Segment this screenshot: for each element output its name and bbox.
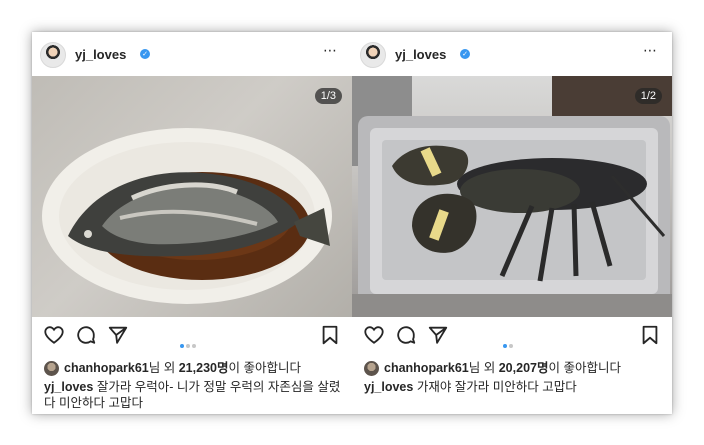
comment-icon[interactable] <box>395 324 417 346</box>
share-icon[interactable] <box>107 324 129 346</box>
post-header: yj_loves ✓ ⋯ <box>32 32 352 76</box>
heart-icon[interactable] <box>363 324 385 346</box>
image-counter: 1/3 <box>314 88 342 104</box>
liker-username[interactable]: chanhopark61 <box>384 361 469 375</box>
verified-icon: ✓ <box>460 49 470 59</box>
post-photo-fish[interactable]: 1/3 <box>32 76 352 317</box>
profile-avatar[interactable] <box>40 42 66 68</box>
liker-avatar <box>364 361 379 377</box>
share-icon[interactable] <box>427 324 449 346</box>
likes-line: chanhopark61님 외 20,207명이 좋아합니다 <box>364 357 621 377</box>
comment-icon[interactable] <box>75 324 97 346</box>
post-caption: yj_loves 잘가라 우럭아- 니가 정말 우럭의 자존심을 살렸다 미안하… <box>44 379 344 411</box>
likes-suffix: 이 좋아합니다 <box>228 361 301 375</box>
username[interactable]: yj_loves <box>395 47 446 62</box>
carousel-dot <box>186 344 190 348</box>
post-left: yj_loves ✓ ⋯ 1/3 chanhopark61님 외 21,230명… <box>32 32 352 414</box>
liker-username[interactable]: chanhopark61 <box>64 361 149 375</box>
liker-avatar <box>44 361 59 377</box>
carousel-dots <box>503 333 515 352</box>
caption-username[interactable]: yj_loves <box>44 380 93 394</box>
carousel-dot <box>192 344 196 348</box>
action-bar <box>352 320 672 350</box>
carousel-dot <box>509 344 513 348</box>
likes-connector: 님 외 <box>468 361 496 375</box>
post-caption: yj_loves 가재야 잘가라 미안하다 고맙다 <box>364 379 664 395</box>
carousel-dot <box>503 344 507 348</box>
more-icon[interactable]: ⋯ <box>323 43 338 59</box>
profile-avatar[interactable] <box>360 42 386 68</box>
image-counter: 1/2 <box>634 88 662 104</box>
caption-text: 가재야 잘가라 미안하다 고맙다 <box>416 380 577 394</box>
carousel-dots <box>180 333 198 352</box>
likes-suffix: 이 좋아합니다 <box>548 361 621 375</box>
more-icon[interactable]: ⋯ <box>643 43 658 59</box>
likes-connector: 님 외 <box>148 361 176 375</box>
post-photo-lobster[interactable]: 1/2 <box>352 76 672 317</box>
heart-icon[interactable] <box>43 324 65 346</box>
lobster-tray-illustration <box>352 76 672 317</box>
action-bar <box>32 320 352 350</box>
screenshot-frame: yj_loves ✓ ⋯ 1/3 chanhopark61님 외 21,230명… <box>32 32 672 414</box>
username[interactable]: yj_loves <box>75 47 126 62</box>
likes-count[interactable]: 21,230명 <box>179 361 229 375</box>
likes-count[interactable]: 20,207명 <box>499 361 549 375</box>
bookmark-icon[interactable] <box>639 324 661 346</box>
caption-username[interactable]: yj_loves <box>364 380 413 394</box>
bookmark-icon[interactable] <box>319 324 341 346</box>
verified-icon: ✓ <box>140 49 150 59</box>
post-header: yj_loves ✓ ⋯ <box>352 32 672 76</box>
fish-dish-illustration <box>42 128 332 304</box>
likes-line: chanhopark61님 외 21,230명이 좋아합니다 <box>44 357 301 377</box>
post-right: yj_loves ✓ ⋯ 1/2 chanhopark61님 외 20,207명… <box>352 32 672 414</box>
carousel-dot <box>180 344 184 348</box>
